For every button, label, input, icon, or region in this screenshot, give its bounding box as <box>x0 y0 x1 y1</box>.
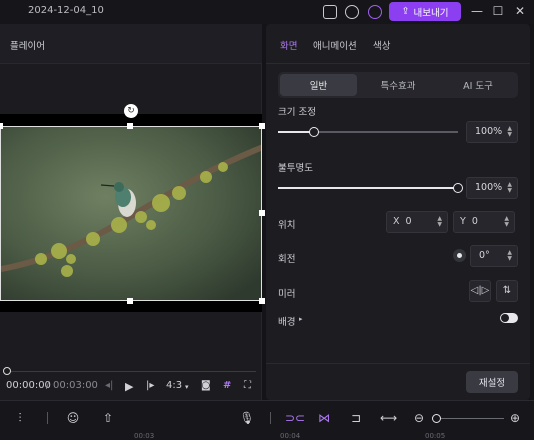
project-title: 2024-12-04_10 <box>28 5 104 16</box>
reset-button[interactable]: 재설정 <box>466 371 518 393</box>
pos-x-label: X <box>393 216 400 227</box>
pos-y-value: 0 <box>471 216 478 227</box>
rotation-dial-dot <box>457 253 462 258</box>
crop-handle-top-left[interactable] <box>0 123 3 129</box>
face-detect-icon[interactable]: ☺ <box>65 410 81 426</box>
crop-handle-bottom-right[interactable] <box>259 298 265 304</box>
position-label: 위치 <box>278 220 296 231</box>
properties-tabs <box>266 24 530 64</box>
ruler-tick: 00:05 <box>425 432 446 440</box>
scrub-knob[interactable] <box>3 367 11 375</box>
rotation-value: 0° <box>479 250 490 261</box>
crop-handle-top[interactable] <box>127 123 133 129</box>
rotation-stepper-icon[interactable]: ▲ ▼ <box>507 250 512 262</box>
pos-y-label: Y <box>460 216 466 227</box>
zoom-out-icon[interactable]: ⊖ <box>411 410 427 426</box>
close-icon[interactable]: ✕ <box>513 4 527 18</box>
scrub-track[interactable] <box>6 371 256 372</box>
microphone-icon[interactable]: 🎙 <box>239 410 255 426</box>
link-icon[interactable]: ⊃⊂ <box>285 410 305 426</box>
ruler-tick: 00:04 <box>280 432 301 440</box>
subtab-effects[interactable]: 특수효과 <box>359 72 437 98</box>
pos-x-value: 0 <box>405 216 412 227</box>
time-total: 00:03:00 <box>53 380 98 391</box>
next-frame-icon[interactable]: |▸ <box>146 380 154 391</box>
zoom-slider-track[interactable] <box>436 418 504 419</box>
toolbar-divider <box>47 412 48 424</box>
mirror-label: 미러 <box>278 289 296 300</box>
tab-color[interactable]: 색상 <box>373 38 390 52</box>
subtab-general[interactable]: 일반 <box>280 72 357 98</box>
opacity-slider-fill <box>278 187 458 189</box>
export-icon: ⇪ <box>401 6 410 17</box>
preview-image[interactable] <box>0 126 262 301</box>
opacity-label: 불투명도 <box>278 163 313 174</box>
fit-timeline-icon[interactable]: ⟷ <box>380 410 397 426</box>
mirror-horizontal-icon[interactable]: ◁|▷ <box>469 280 491 302</box>
opacity-slider-knob[interactable] <box>453 183 463 193</box>
subtab-ai-tools[interactable]: AI 도구 <box>439 72 517 98</box>
opacity-value-field[interactable]: 100% ▲ ▼ <box>466 177 518 199</box>
resize-slider-knob[interactable] <box>309 127 319 137</box>
ruler-tick: 00:03 <box>134 432 155 440</box>
background-expand-icon[interactable]: ▸ <box>299 315 303 323</box>
resize-stepper-icon[interactable]: ▲ ▼ <box>507 126 512 138</box>
prev-frame-icon[interactable]: ◂| <box>105 380 113 391</box>
rotation-value-field[interactable]: 0° ▲ ▼ <box>470 245 518 267</box>
export-button[interactable]: ⇪ 내보내기 <box>389 2 461 21</box>
toolbar-divider-2 <box>270 412 271 424</box>
account-icon[interactable] <box>368 5 382 19</box>
tab-animation[interactable]: 애니메이션 <box>313 38 357 52</box>
background-toggle-knob <box>501 314 509 322</box>
feedback-icon[interactable] <box>323 5 337 19</box>
zoom-in-icon[interactable]: ⊕ <box>507 410 523 426</box>
pos-x-field[interactable]: X0 ▲ ▼ <box>386 211 448 233</box>
aspect-ratio-select[interactable]: 4:3 <box>166 380 182 391</box>
crop-handle-right[interactable] <box>259 210 265 216</box>
fullscreen-icon[interactable]: ⛶ <box>244 380 251 391</box>
background-label: 배경 <box>278 317 296 328</box>
pos-y-stepper-icon[interactable]: ▲ ▼ <box>504 216 509 228</box>
maximize-icon[interactable]: ☐ <box>491 4 505 18</box>
crop-handle-top-right[interactable] <box>259 123 265 129</box>
resize-value: 100% <box>475 126 503 137</box>
pos-y-field[interactable]: Y0 ▲ ▼ <box>453 211 515 233</box>
snapshot-icon[interactable]: ◙ <box>201 380 211 391</box>
zoom-slider-knob[interactable] <box>432 414 441 423</box>
play-icon[interactable]: ▶ <box>125 380 133 393</box>
grid-icon[interactable]: # <box>223 380 231 391</box>
export-label: 내보내기 <box>413 7 449 19</box>
time-current: 00:00:00 <box>6 380 51 391</box>
export-frame-icon[interactable]: ⇧ <box>100 410 116 426</box>
opacity-stepper-icon[interactable]: ▲ ▼ <box>507 182 512 194</box>
resize-value-field[interactable]: 100% ▲ ▼ <box>466 121 518 143</box>
panel-divider <box>266 363 530 364</box>
tab-screen[interactable]: 화면 <box>280 38 297 52</box>
mirror-vertical-icon[interactable]: ⇅ <box>496 280 518 302</box>
time-separator: / <box>46 380 50 391</box>
resize-label: 크기 조정 <box>278 107 316 118</box>
player-title: 플레이어 <box>10 41 45 52</box>
magnet-icon[interactable]: ⋈ <box>316 410 332 426</box>
aspect-dropdown-icon[interactable]: ▾ <box>185 383 189 391</box>
opacity-value: 100% <box>475 182 503 193</box>
rotation-label: 회전 <box>278 254 296 265</box>
minimize-icon[interactable]: — <box>470 4 484 18</box>
unlink-icon[interactable]: ⊐ <box>348 410 364 426</box>
download-icon[interactable] <box>345 5 359 19</box>
crop-handle-bottom[interactable] <box>127 298 133 304</box>
pos-x-stepper-icon[interactable]: ▲ ▼ <box>437 216 442 228</box>
split-icon[interactable]: ⫶ <box>12 410 28 426</box>
rotate-handle-icon[interactable]: ↻ <box>124 104 138 118</box>
